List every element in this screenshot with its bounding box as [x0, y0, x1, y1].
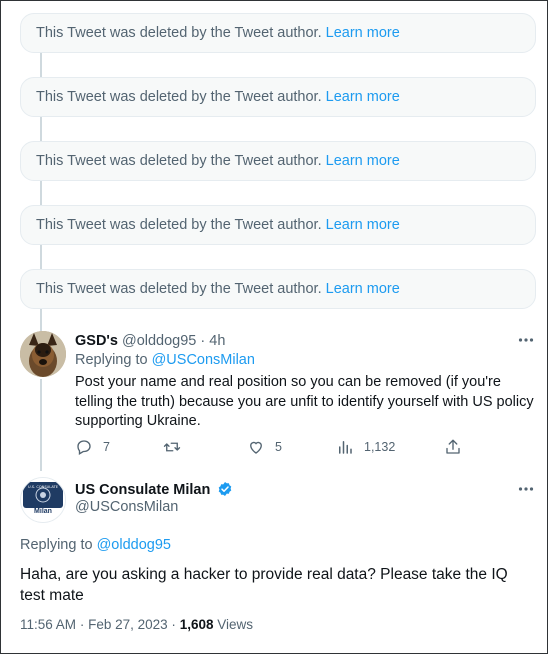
deleted-message: This Tweet was deleted by the Tweet auth…: [36, 217, 322, 233]
more-horizontal-icon: [518, 338, 534, 342]
avatar[interactable]: U.S. CONSULATE Milan: [20, 477, 66, 523]
views-label: Views: [217, 617, 254, 632]
more-options-button[interactable]: [518, 481, 534, 502]
heart-icon: [250, 441, 262, 454]
tweet-date[interactable]: Feb 27, 2023: [88, 617, 168, 632]
reply-count: 7: [103, 440, 110, 454]
dog-avatar-icon: [20, 331, 66, 377]
tweet-text: Haha, are you asking a hacker to provide…: [20, 566, 508, 604]
thread-line: [40, 245, 42, 269]
tweet-text: Post your name and real position so you …: [75, 374, 534, 429]
share-button[interactable]: [444, 438, 462, 456]
reply-icon: [77, 440, 91, 455]
thread-line: [40, 309, 42, 331]
views-count: 1,132: [364, 440, 396, 454]
deleted-message: This Tweet was deleted by the Tweet auth…: [36, 153, 322, 169]
avatar[interactable]: [20, 331, 66, 377]
handle[interactable]: @olddog95: [122, 333, 196, 349]
deleted-tweet-notice: This Tweet was deleted by the Tweet auth…: [20, 269, 536, 309]
timestamp[interactable]: 4h: [209, 333, 225, 349]
more-options-button[interactable]: [518, 332, 534, 353]
display-name[interactable]: US Consulate Milan: [75, 482, 210, 498]
avatar-caption: Milan: [34, 508, 52, 515]
learn-more-link[interactable]: Learn more: [326, 217, 400, 233]
deleted-message: This Tweet was deleted by the Tweet auth…: [36, 89, 322, 105]
deleted-message: This Tweet was deleted by the Tweet auth…: [36, 281, 322, 297]
thread-line: [40, 379, 42, 471]
deleted-tweet-notice: This Tweet was deleted by the Tweet auth…: [20, 205, 536, 245]
separator: ·: [200, 333, 206, 349]
deleted-tweet-notice: This Tweet was deleted by the Tweet auth…: [20, 77, 536, 117]
thread-line: [40, 117, 42, 141]
like-count: 5: [275, 440, 282, 454]
replying-to-handle[interactable]: @USConsMilan: [152, 352, 255, 368]
display-name[interactable]: GSD's: [75, 333, 118, 349]
replying-to: Replying to @olddog95: [20, 537, 171, 553]
verified-badge-icon: [219, 482, 232, 496]
thread-line: [40, 181, 42, 205]
learn-more-link[interactable]: Learn more: [326, 89, 400, 105]
views-count: 1,608: [179, 617, 214, 632]
views-chart-icon: [339, 441, 352, 454]
handle[interactable]: @USConsMilan: [75, 499, 178, 515]
learn-more-link[interactable]: Learn more: [326, 153, 400, 169]
replying-to-label: Replying to: [20, 537, 93, 553]
seal-text: U.S. CONSULATE: [28, 485, 59, 489]
replying-to-handle[interactable]: @olddog95: [97, 537, 171, 553]
tweet-header: GSD's @olddog95 · 4h: [75, 333, 225, 349]
deleted-tweet-notice: This Tweet was deleted by the Tweet auth…: [20, 141, 536, 181]
views-button[interactable]: 1,132: [336, 438, 395, 456]
thread-line: [40, 53, 42, 77]
learn-more-link[interactable]: Learn more: [326, 25, 400, 41]
share-icon: [446, 439, 460, 454]
deleted-tweet-notice: This Tweet was deleted by the Tweet auth…: [20, 13, 536, 53]
replying-to: Replying to @USConsMilan: [75, 352, 255, 368]
retweet-icon: [163, 442, 181, 452]
consulate-seal-icon: U.S. CONSULATE: [21, 478, 65, 522]
tweet-thread-frame: This Tweet was deleted by the Tweet auth…: [0, 0, 548, 654]
deleted-message: This Tweet was deleted by the Tweet auth…: [36, 25, 322, 41]
more-horizontal-icon: [518, 487, 534, 491]
like-button[interactable]: 5: [247, 438, 282, 456]
learn-more-link[interactable]: Learn more: [326, 281, 400, 297]
tweet-time[interactable]: 11:56 AM: [20, 617, 76, 632]
tweet-header: US Consulate Milan: [75, 481, 233, 498]
separator: ·: [79, 617, 85, 632]
separator: ·: [171, 617, 176, 632]
replying-to-label: Replying to: [75, 352, 148, 368]
tweet-meta: 11:56 AM · Feb 27, 2023 · 1,608 Views: [20, 617, 253, 632]
retweet-button[interactable]: [163, 438, 191, 456]
reply-button[interactable]: 7: [75, 438, 110, 456]
